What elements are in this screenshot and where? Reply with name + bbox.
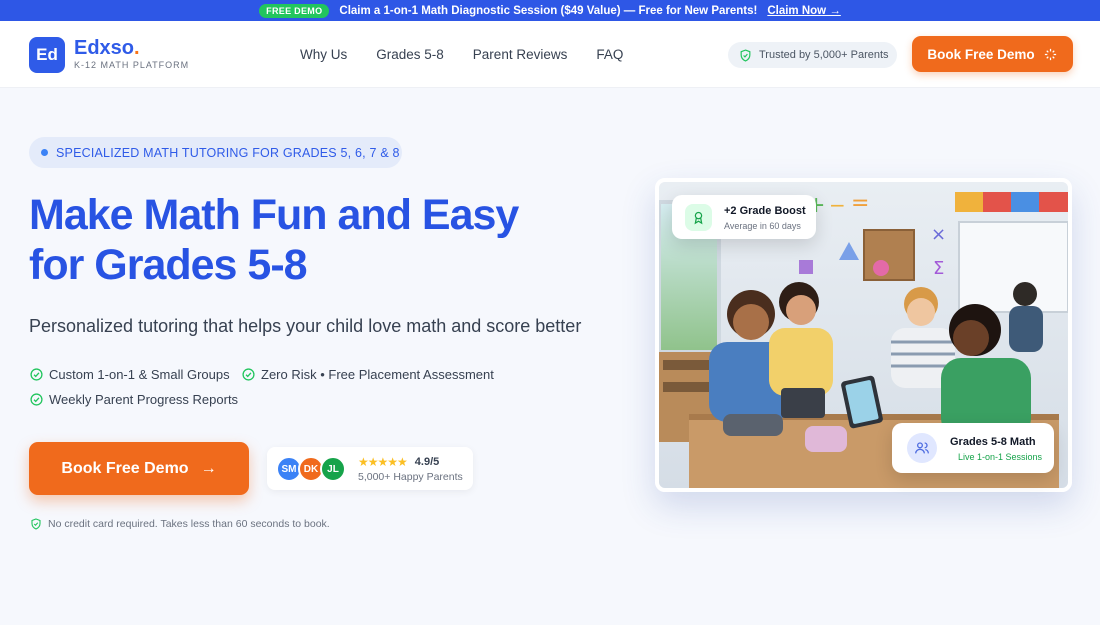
logo-mark[interactable]: Ed [29, 37, 65, 73]
rating-score: 4.9/5 [414, 456, 440, 468]
nav-grades[interactable]: Grades 5-8 [376, 47, 444, 62]
book-demo-header-button[interactable]: Book Free Demo [912, 36, 1073, 72]
main-nav: Why Us Grades 5-8 Parent Reviews FAQ [300, 47, 623, 62]
happy-parents-text: 5,000+ Happy Parents [358, 471, 463, 483]
site-header: Ed Edxso. K-12 MATH PLATFORM Why Us Grad… [0, 21, 1100, 88]
no-credit-card-note: No credit card required. Takes less than… [30, 518, 330, 530]
stars-icon: ★★★★★ [358, 455, 408, 469]
grade-boost-card: +2 Grade Boost Average in 60 days [672, 195, 816, 239]
brand-name[interactable]: Edxso. [74, 37, 140, 60]
announcement-text: Claim a 1-on-1 Math Diagnostic Session (… [339, 4, 758, 17]
pill-dot [41, 149, 48, 156]
star-rating: ★★★★★ 4.9/5 [358, 455, 439, 469]
hero-headline: Make Math Fun and Easy for Grades 5-8 [29, 190, 519, 290]
book-demo-hero-button[interactable]: Book Free Demo → [29, 442, 249, 495]
tutoring-pill: SPECIALIZED MATH TUTORING FOR GRADES 5, … [29, 137, 402, 168]
free-demo-badge: FREE DEMO [259, 3, 330, 18]
hero-subheadline: Personalized tutoring that helps your ch… [29, 316, 582, 336]
grades-math-title: Grades 5-8 Math [950, 436, 1036, 448]
brand-dot: . [134, 37, 140, 59]
nav-parent-reviews[interactable]: Parent Reviews [473, 47, 568, 62]
grades-math-card: Grades 5-8 Math Live 1-on-1 Sessions [892, 423, 1054, 473]
nav-faq[interactable]: FAQ [596, 47, 623, 62]
rating-card: SM DK JL ★★★★★ 4.9/5 5,000+ Happy Parent… [267, 447, 473, 490]
feature-text: Zero Risk • Free Placement Assessment [261, 367, 494, 382]
award-icon [685, 204, 712, 231]
check-circle-icon [242, 368, 255, 381]
svg-text:×: × [931, 224, 946, 245]
svg-text:−: − [829, 193, 846, 217]
headline-line-2: for Grades 5-8 [29, 241, 308, 289]
book-demo-header-label: Book Free Demo [927, 46, 1035, 62]
feature-text: Custom 1-on-1 & Small Groups [49, 367, 230, 382]
announcement-bar: FREE DEMO Claim a 1-on-1 Math Diagnostic… [0, 0, 1100, 21]
users-icon [907, 433, 937, 463]
book-demo-hero-label: Book Free Demo [61, 459, 189, 477]
feature-text: Weekly Parent Progress Reports [49, 392, 239, 407]
feature-item: Weekly Parent Progress Reports [30, 392, 238, 407]
shield-check-icon [31, 518, 41, 530]
nav-why-us[interactable]: Why Us [300, 47, 347, 62]
feature-item: Custom 1-on-1 & Small Groups [30, 367, 230, 382]
claim-now-link[interactable]: Claim Now → [767, 5, 840, 17]
check-circle-icon [30, 393, 43, 406]
svg-text:=: = [851, 191, 869, 216]
grade-boost-title: +2 Grade Boost [724, 205, 806, 217]
brand-tagline: K-12 MATH PLATFORM [74, 60, 190, 70]
arrow-right-icon: → [200, 459, 217, 477]
note-text: No credit card required. Takes less than… [48, 518, 330, 530]
pill-text: SPECIALIZED MATH TUTORING FOR GRADES 5, … [56, 145, 400, 160]
grades-math-subtitle: Live 1-on-1 Sessions [958, 452, 1043, 462]
sparkle-icon [1044, 48, 1056, 60]
feature-item: Zero Risk • Free Placement Assessment [242, 367, 494, 382]
shield-check-icon [740, 48, 751, 62]
trusted-badge: Trusted by 5,000+ Parents [728, 42, 897, 68]
avatar: JL [320, 456, 346, 482]
brand-text: Edxso [74, 37, 135, 59]
headline-line-1: Make Math Fun and Easy [29, 191, 519, 239]
check-circle-icon [30, 368, 43, 381]
trusted-text: Trusted by 5,000+ Parents [759, 49, 889, 61]
grade-boost-subtitle: Average in 60 days [724, 221, 801, 231]
svg-text:Σ: Σ [933, 258, 944, 279]
